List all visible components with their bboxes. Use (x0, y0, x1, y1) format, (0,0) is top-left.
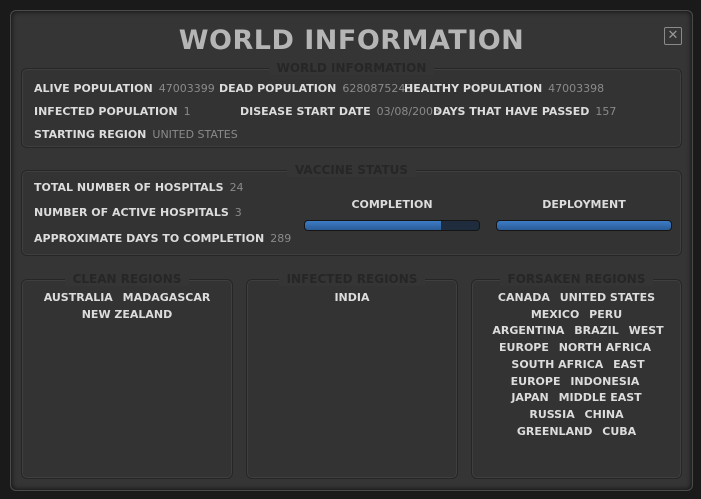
region-item: MEXICO (530, 307, 580, 321)
starting-region-row: STARTING REGION UNITED STATES (34, 128, 238, 141)
region-item: BRAZIL (574, 324, 619, 338)
deployment-progress-bar (496, 220, 672, 231)
infected-regions-legend: INFECTED REGIONS (278, 272, 426, 286)
active-hospitals-value: 3 (234, 206, 242, 219)
days-to-completion-label: APPROXIMATE DAYS TO COMPLETION (34, 232, 265, 245)
disease-start-date-label: DISEASE START DATE (240, 105, 371, 118)
infected-population-value: 1 (183, 105, 191, 118)
starting-region-value: UNITED STATES (152, 128, 238, 141)
region-item: INDIA (334, 291, 370, 304)
clean-regions-legend: CLEAN REGIONS (64, 272, 190, 286)
completion-progress-fill (305, 221, 441, 230)
alive-population-row: ALIVE POPULATION 47003399 (34, 82, 215, 95)
days-passed-row: DAYS THAT HAVE PASSED 157 (433, 105, 616, 118)
region-item: MIDDLE EAST (558, 391, 642, 405)
total-hospitals-label: TOTAL NUMBER OF HOSPITALS (34, 181, 224, 194)
region-item: CHINA (584, 407, 624, 421)
alive-population-label: ALIVE POPULATION (34, 82, 153, 95)
region-item: PERU (589, 307, 623, 321)
region-item: INDONESIA (570, 374, 640, 388)
dead-population-row: DEAD POPULATION 6280875243 (219, 82, 412, 95)
infected-population-row: INFECTED POPULATION 1 (34, 105, 191, 118)
days-to-completion-row: APPROXIMATE DAYS TO COMPLETION 289 (34, 232, 291, 245)
infected-regions-list: INDIA (247, 290, 457, 307)
healthy-population-label: HEALTHY POPULATION (404, 82, 543, 95)
vaccine-status-legend: VACCINE STATUS (286, 163, 417, 177)
region-item: GREENLAND (516, 424, 593, 438)
region-item: ARGENTINA (492, 324, 565, 338)
region-item: JAPAN (511, 391, 549, 405)
clean-regions-list: AUSTRALIA MADAGASCAR NEW ZEALAND (22, 290, 232, 323)
forsaken-regions-legend: FORSAKEN REGIONS (499, 272, 654, 286)
total-hospitals-row: TOTAL NUMBER OF HOSPITALS 24 (34, 181, 244, 194)
region-item: CANADA (497, 291, 550, 304)
completion-label: COMPLETION (351, 198, 433, 211)
region-item: SOUTH AFRICA (511, 357, 604, 371)
active-hospitals-label: NUMBER OF ACTIVE HOSPITALS (34, 206, 229, 219)
total-hospitals-value: 24 (229, 181, 244, 194)
clean-regions-panel: CLEAN REGIONS AUSTRALIA MADAGASCAR NEW Z… (21, 272, 233, 479)
region-item: RUSSIA (529, 407, 575, 421)
days-passed-label: DAYS THAT HAVE PASSED (433, 105, 590, 118)
region-item: NORTH AFRICA (558, 341, 651, 355)
starting-region-label: STARTING REGION (34, 128, 147, 141)
window-title: WORLD INFORMATION (178, 25, 525, 56)
world-info-panel: WORLD INFORMATION ALIVE POPULATION 470033… (21, 61, 682, 148)
completion-progress-bar (304, 220, 480, 231)
region-item: NEW ZEALAND (81, 307, 173, 321)
alive-population-value: 47003399 (158, 82, 215, 95)
deployment-label: DEPLOYMENT (542, 198, 626, 211)
world-information-window: WORLD INFORMATION ✕ WORLD INFORMATION AL… (10, 10, 693, 491)
forsaken-regions-list: CANADA UNITED STATES MEXICO PERU ARGENTI… (472, 290, 681, 440)
region-item: AUSTRALIA (43, 291, 113, 304)
forsaken-regions-panel: FORSAKEN REGIONS CANADA UNITED STATES ME… (471, 272, 682, 479)
healthy-population-value: 47003398 (548, 82, 605, 95)
infected-population-label: INFECTED POPULATION (34, 105, 178, 118)
region-item: CUBA (602, 424, 637, 438)
disease-start-date-value: 03/08/2008 (376, 105, 441, 118)
days-passed-value: 157 (595, 105, 617, 118)
vaccine-status-panel: VACCINE STATUS TOTAL NUMBER OF HOSPITALS… (21, 163, 682, 256)
region-item: UNITED STATES (559, 291, 656, 304)
healthy-population-row: HEALTHY POPULATION 47003398 (404, 82, 604, 95)
disease-start-date-row: DISEASE START DATE 03/08/2008 (240, 105, 440, 118)
close-icon[interactable]: ✕ (664, 27, 682, 45)
world-info-legend: WORLD INFORMATION (268, 61, 435, 75)
dead-population-label: DEAD POPULATION (219, 82, 337, 95)
active-hospitals-row: NUMBER OF ACTIVE HOSPITALS 3 (34, 206, 242, 219)
days-to-completion-value: 289 (270, 232, 292, 245)
deployment-progress-fill (497, 221, 671, 230)
region-item: MADAGASCAR (122, 291, 211, 304)
dead-population-value: 6280875243 (342, 82, 413, 95)
infected-regions-panel: INFECTED REGIONS INDIA (246, 272, 458, 479)
